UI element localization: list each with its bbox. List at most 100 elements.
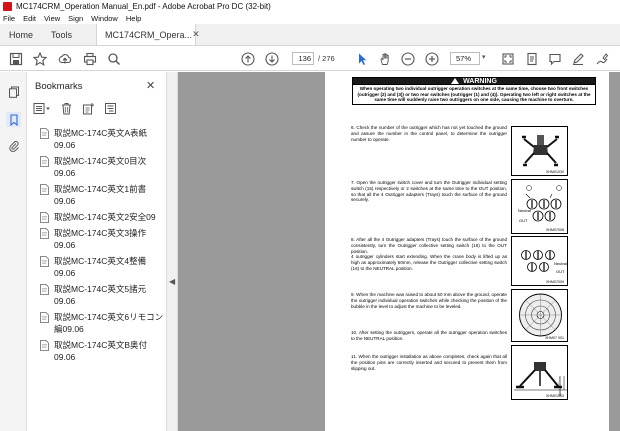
upload-cloud-icon[interactable] bbox=[57, 51, 73, 67]
bookmark-item[interactable]: 取説MC-174C英文0目次 09.06 bbox=[40, 155, 164, 179]
bookmark-item[interactable]: 取説MC-174C英文3操作 09.06 bbox=[40, 227, 164, 251]
collapse-arrow-icon[interactable]: ◀ bbox=[169, 277, 175, 286]
figure-outrigger-raised: About 50mm XHM01003 bbox=[511, 345, 568, 400]
bookmarks-panel-icon[interactable] bbox=[6, 112, 21, 127]
figure-code: XHM07 001 bbox=[545, 336, 564, 340]
previous-page-icon[interactable] bbox=[240, 51, 256, 67]
menu-help[interactable]: Help bbox=[126, 14, 141, 23]
menu-file[interactable]: File bbox=[3, 14, 15, 23]
menu-edit[interactable]: Edit bbox=[23, 14, 36, 23]
tab-document[interactable]: MC174CRM_Opera... ✕ bbox=[96, 24, 200, 45]
figure-collective-switch: Neutral OUT XHM07009 bbox=[511, 236, 568, 286]
bookmark-label: 取説MC-174C英文6リモコン 編09.06 bbox=[54, 312, 164, 334]
step-6: 6. Check the number of the outrigger whi… bbox=[351, 125, 507, 142]
bookmark-item[interactable]: 取説MC-174C英文A表紙 09.06 bbox=[40, 127, 164, 151]
menu-sign[interactable]: Sign bbox=[68, 14, 83, 23]
toolbar: 136 / 276 57% ▾ bbox=[0, 47, 620, 71]
bookmark-item[interactable]: 取説MC-174C英文B奥付 09.06 bbox=[40, 339, 164, 363]
bookmark-page-icon bbox=[40, 312, 49, 323]
bookmark-label: 取説MC-174C英文3操作 09.06 bbox=[54, 228, 147, 250]
page-number-input[interactable]: 136 bbox=[292, 52, 314, 65]
window-title: MC174CRM_Operation Manual_En.pdf - Adobe… bbox=[16, 2, 271, 11]
panel-collapse-handle[interactable]: ◀ bbox=[166, 72, 178, 431]
warning-header: WARNING bbox=[352, 77, 596, 85]
height-caption: About 50mm bbox=[558, 376, 562, 396]
expand-bookmark-icon[interactable] bbox=[104, 102, 117, 117]
new-bookmark-icon[interactable] bbox=[82, 102, 95, 117]
tab-home[interactable]: Home bbox=[0, 24, 42, 45]
figure-bubble-level: XHM07 001 bbox=[511, 289, 568, 342]
bookmark-label: 取説MC-174C英文1前書 09.06 bbox=[54, 184, 147, 206]
bookmark-item[interactable]: 取説MC-174C英文6リモコン 編09.06 bbox=[40, 311, 164, 335]
bookmark-item[interactable]: 取説MC-174C英文5諸元 09.06 bbox=[40, 283, 164, 307]
bookmark-label: 取説MC-174C英文4整備 09.06 bbox=[54, 256, 147, 278]
pdf-page: WARNING When operating two individual ou… bbox=[325, 72, 609, 431]
step-9: 9. When the machine was raised to about … bbox=[351, 292, 507, 309]
delete-bookmark-icon[interactable] bbox=[60, 102, 73, 117]
star-icon[interactable] bbox=[32, 51, 48, 67]
bookmark-label: 取説MC-174C英文0目次 09.06 bbox=[54, 156, 147, 178]
fit-page-icon[interactable] bbox=[500, 51, 516, 67]
bookmark-label: 取説MC-174C英文A表紙 09.06 bbox=[54, 128, 148, 150]
bookmark-list: 取説MC-174C英文A表紙 09.06 取説MC-174C英文0目次 09.0… bbox=[40, 127, 164, 367]
attachments-icon[interactable] bbox=[6, 138, 21, 153]
out-caption: OUT bbox=[519, 218, 528, 223]
print-icon[interactable] bbox=[82, 51, 98, 67]
title-bar: MC174CRM_Operation Manual_En.pdf - Adobe… bbox=[0, 0, 620, 13]
navigation-rail bbox=[0, 72, 27, 431]
bookmark-item[interactable]: 取説MC-174C英文4整備 09.06 bbox=[40, 255, 164, 279]
bookmark-item[interactable]: 取説MC-174C英文1前書 09.06 bbox=[40, 183, 164, 207]
sign-pen-icon[interactable] bbox=[594, 51, 610, 67]
figure-code: XHM07008 bbox=[546, 228, 564, 232]
step-10: 10. After setting the outriggers, operat… bbox=[351, 330, 507, 341]
bookmark-page-icon bbox=[40, 284, 49, 295]
figure-outrigger-top: XHM01030 bbox=[511, 126, 568, 176]
zoom-level-input[interactable]: 57% bbox=[450, 52, 480, 65]
select-cursor-icon[interactable] bbox=[354, 51, 370, 67]
highlight-pen-icon[interactable] bbox=[570, 51, 586, 67]
close-tab-icon[interactable]: ✕ bbox=[192, 29, 200, 40]
hand-tool-icon[interactable] bbox=[377, 51, 393, 67]
zoom-out-icon[interactable] bbox=[400, 51, 416, 67]
neutral-caption: Neutral bbox=[518, 208, 531, 213]
bookmark-page-icon bbox=[40, 256, 49, 267]
bookmark-page-icon bbox=[40, 184, 49, 195]
zoom-search-icon[interactable] bbox=[106, 51, 122, 67]
bookmark-page-icon bbox=[40, 212, 49, 223]
page-total: / 276 bbox=[318, 54, 335, 63]
warning-text: When operating two individual outrigger … bbox=[352, 85, 596, 106]
bookmark-label: 取説MC-174C英文B奥付 09.06 bbox=[54, 340, 148, 362]
close-panel-icon[interactable]: ✕ bbox=[146, 79, 155, 92]
page-thumbnails-icon[interactable] bbox=[6, 84, 21, 99]
comment-icon[interactable] bbox=[547, 51, 563, 67]
warning-title: WARNING bbox=[463, 77, 497, 85]
options-menu-icon[interactable] bbox=[33, 102, 51, 117]
acrobat-app-icon bbox=[3, 2, 12, 11]
figure-code: XHM01030 bbox=[546, 170, 564, 174]
step-8: 8. After all the 4 Outrigger adapters (T… bbox=[351, 237, 507, 271]
bookmarks-title: Bookmarks bbox=[35, 81, 83, 92]
bookmark-label: 取説MC-174C英文2安全09 bbox=[54, 212, 156, 222]
bookmark-label: 取説MC-174C英文5諸元 09.06 bbox=[54, 284, 147, 306]
bookmark-tools bbox=[33, 100, 117, 118]
tab-bar: Home Tools MC174CRM_Opera... ✕ bbox=[0, 24, 620, 46]
figure-individual-switches: Neutral OUT XHM07008 bbox=[511, 179, 568, 234]
save-icon[interactable] bbox=[8, 51, 24, 67]
bookmark-page-icon bbox=[40, 340, 49, 351]
document-viewer[interactable]: WARNING When operating two individual ou… bbox=[178, 72, 620, 431]
tab-document-label: MC174CRM_Opera... bbox=[105, 29, 193, 40]
next-page-icon[interactable] bbox=[264, 51, 280, 67]
tab-tools[interactable]: Tools bbox=[42, 24, 81, 45]
bookmark-item[interactable]: 取説MC-174C英文2安全09 bbox=[40, 211, 164, 223]
menu-view[interactable]: View bbox=[44, 14, 60, 23]
neutral-caption: Neutral bbox=[554, 261, 567, 266]
out-caption: OUT bbox=[556, 269, 565, 274]
zoom-dropdown-icon[interactable]: ▾ bbox=[482, 53, 486, 61]
menu-window[interactable]: Window bbox=[91, 14, 118, 23]
bookmark-page-icon bbox=[40, 156, 49, 167]
bookmark-page-icon bbox=[40, 228, 49, 239]
bookmark-page-icon bbox=[40, 128, 49, 139]
zoom-in-icon[interactable] bbox=[424, 51, 440, 67]
menu-bar: File Edit View Sign Window Help bbox=[0, 13, 620, 24]
scroll-mode-icon[interactable] bbox=[524, 51, 540, 67]
